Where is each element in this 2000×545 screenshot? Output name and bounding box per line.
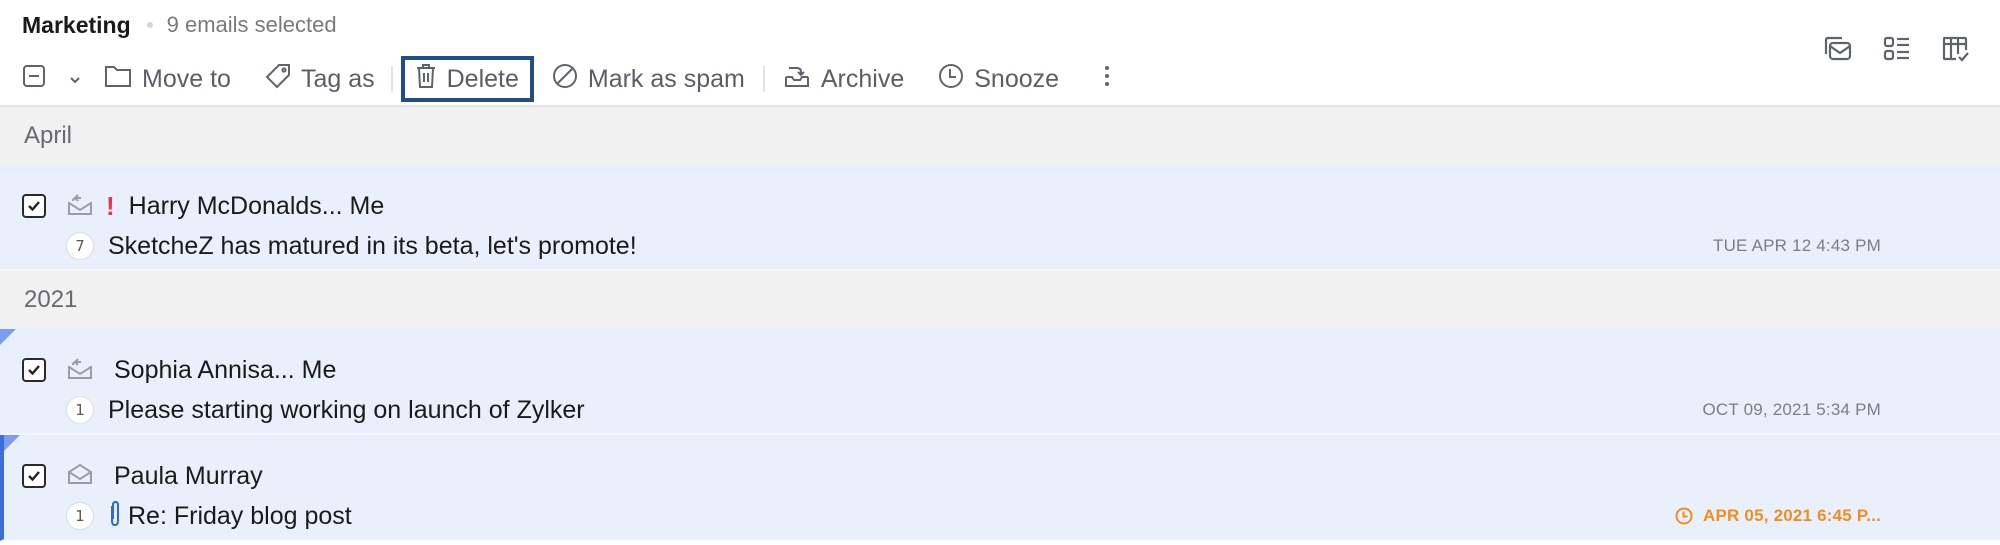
mail-row-focused[interactable]: Paula Murray 1 Re: Friday blog post APR …	[0, 435, 2000, 541]
high-priority-icon: !	[106, 190, 115, 221]
email-subject: Please starting working on launch of Zyl…	[108, 395, 585, 424]
more-vertical-icon	[1103, 64, 1111, 95]
sender-name: Sophia Annisa... Me	[114, 355, 337, 384]
tag-as-button[interactable]: Tag as	[265, 56, 375, 102]
toolbar-divider	[762, 66, 765, 92]
mail-row[interactable]: Sophia Annisa... Me 1 Please starting wo…	[0, 329, 2000, 435]
checkmark-icon	[28, 471, 40, 482]
tag-icon	[265, 63, 291, 96]
row-checkbox[interactable]	[22, 464, 46, 488]
group-header-april: April	[0, 107, 2000, 165]
spam-block-icon	[552, 63, 578, 96]
reminder-clock-icon	[1675, 507, 1693, 525]
folder-title: Marketing	[22, 11, 131, 38]
replied-mail-icon	[66, 356, 94, 385]
mark-as-spam-button[interactable]: Mark as spam	[552, 56, 745, 102]
email-subject: Re: Friday blog post	[128, 501, 352, 530]
email-subject: SketcheZ has matured in its beta, let's …	[108, 231, 637, 260]
unread-corner-flag	[4, 435, 20, 451]
title-separator-dot	[146, 22, 153, 28]
select-partial-icon	[22, 64, 46, 95]
table-check-view-icon[interactable]	[1942, 36, 1970, 67]
mark-as-spam-label: Mark as spam	[587, 64, 745, 93]
move-to-button[interactable]: Move to	[104, 56, 231, 102]
archive-icon	[783, 63, 811, 96]
snooze-label: Snooze	[974, 64, 1060, 93]
email-date: APR 05, 2021 6:45 P...	[1703, 506, 1881, 525]
sender-name: Paula Murray	[114, 461, 263, 490]
row-checkbox[interactable]	[22, 194, 46, 218]
checkmark-icon	[28, 201, 40, 212]
thread-count-badge: 1	[66, 396, 94, 424]
email-date: TUE APR 12 4:43 PM	[1712, 236, 1881, 255]
move-to-label: Move to	[142, 64, 231, 93]
archive-label: Archive	[820, 64, 905, 93]
group-header-2021: 2021	[0, 271, 2000, 329]
title-row: Marketing 9 emails selected	[22, 10, 337, 40]
toolbar: Move to Tag as Delete Mark as spam Archi…	[22, 56, 1111, 102]
archive-button[interactable]: Archive	[783, 56, 904, 102]
mail-row[interactable]: ! Harry McDonalds... Me 7 SketcheZ has m…	[0, 165, 2000, 271]
delete-button[interactable]: Delete	[400, 56, 534, 102]
selected-count: 9 emails selected	[166, 12, 337, 37]
mail-list-header: Marketing 9 emails selected Move to Tag …	[0, 0, 2000, 107]
select-options-dropdown[interactable]	[68, 56, 82, 102]
more-actions-button[interactable]	[1103, 56, 1111, 102]
checkmark-icon	[28, 365, 40, 376]
select-all-checkbox[interactable]	[22, 56, 46, 102]
view-switcher	[1824, 36, 1970, 67]
reminder-date: APR 05, 2021 6:45 P...	[1675, 506, 1881, 526]
tag-as-label: Tag as	[300, 64, 375, 93]
chevron-down-icon	[68, 65, 82, 94]
opened-mail-icon	[66, 462, 94, 491]
toolbar-divider	[390, 66, 393, 92]
row-checkbox[interactable]	[22, 358, 46, 382]
folder-icon	[104, 63, 132, 96]
conversation-view-icon[interactable]	[1824, 36, 1852, 67]
list-view-icon[interactable]	[1883, 36, 1911, 67]
paperclip-icon	[108, 500, 122, 533]
trash-icon	[415, 63, 437, 96]
sender-name: Harry McDonalds... Me	[128, 191, 385, 220]
snooze-button[interactable]: Snooze	[938, 56, 1059, 102]
delete-label: Delete	[446, 64, 519, 93]
unread-corner-flag	[0, 329, 16, 345]
thread-count-badge: 7	[66, 232, 94, 260]
thread-count-badge: 1	[66, 502, 94, 530]
email-date: OCT 09, 2021 5:34 PM	[1702, 400, 1881, 419]
replied-mail-icon	[66, 192, 94, 221]
clock-icon	[938, 63, 964, 96]
